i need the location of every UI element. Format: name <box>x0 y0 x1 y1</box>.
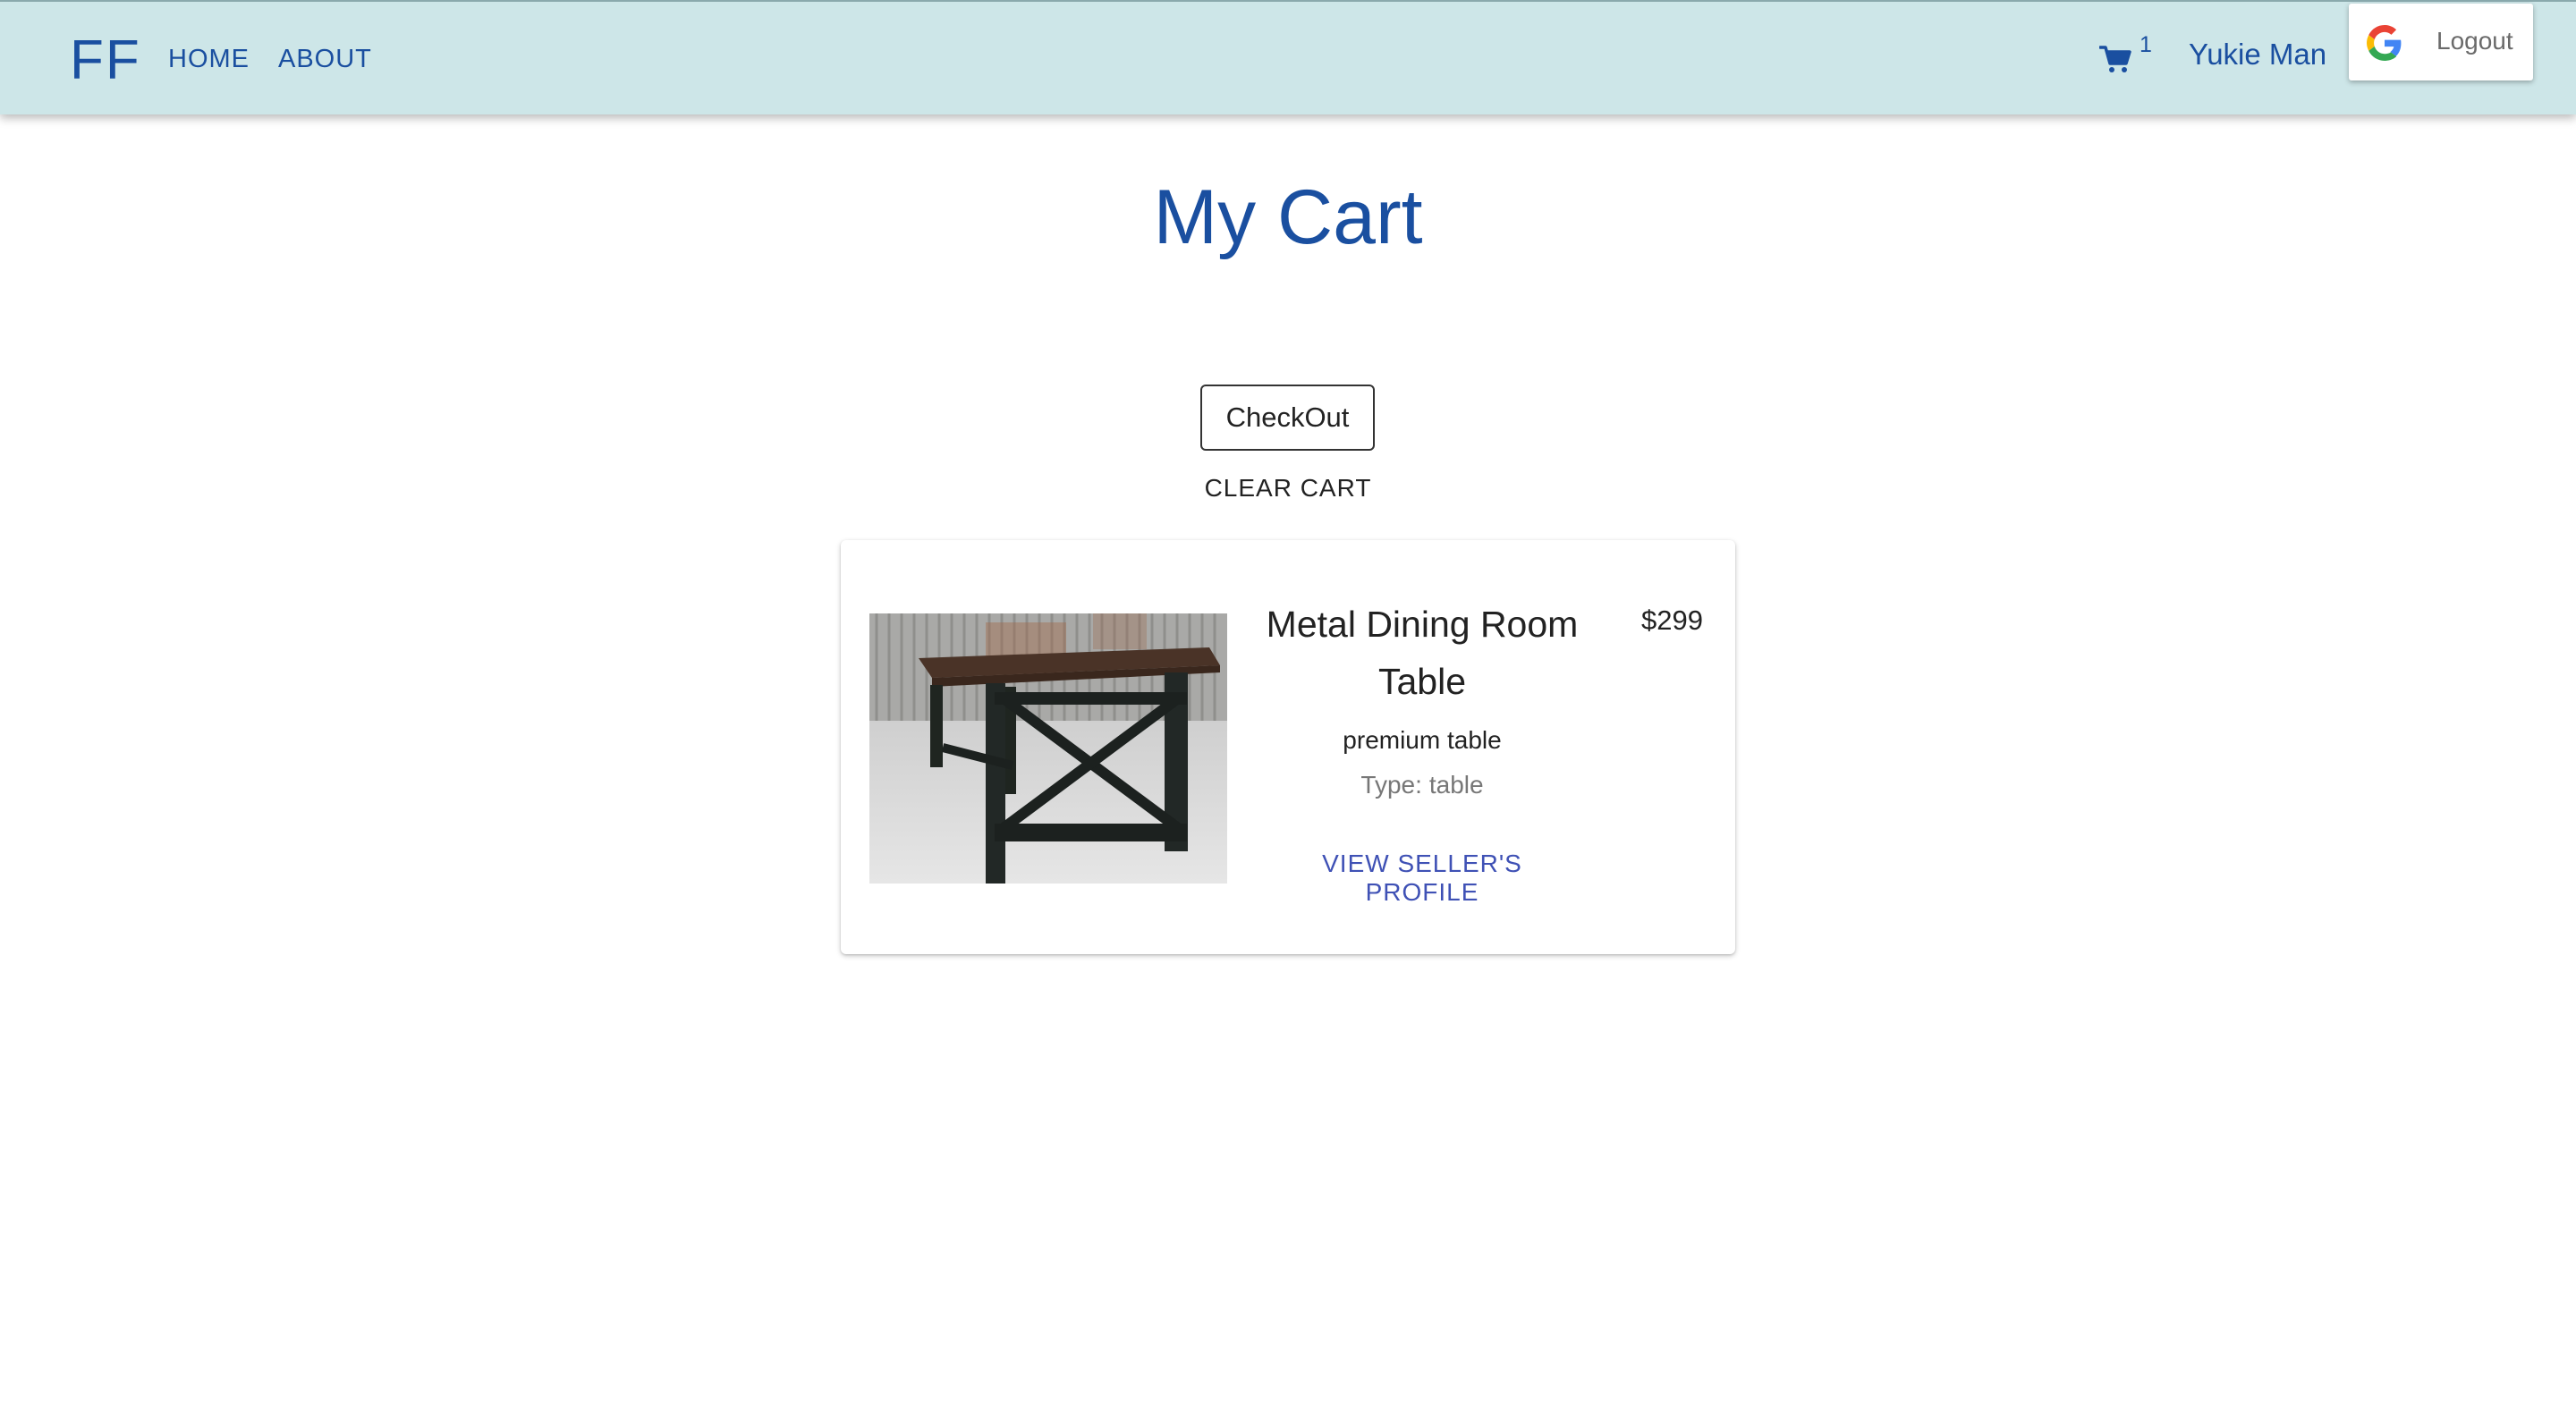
nav-about-link[interactable]: ABOUT <box>278 45 372 74</box>
top-navbar: FF HOME ABOUT 1 Yukie Man Logout <box>0 0 2576 114</box>
app-logo[interactable]: FF <box>70 29 141 92</box>
product-type: Type: table <box>1266 771 1579 799</box>
view-seller-profile-link[interactable]: VIEW SELLER'S PROFILE <box>1266 850 1579 907</box>
product-description: premium table <box>1343 726 1502 754</box>
page-title: My Cart <box>1153 174 1423 260</box>
product-image <box>869 613 1227 884</box>
shopping-cart-icon[interactable] <box>2099 45 2131 73</box>
logout-button[interactable]: Logout <box>2349 4 2533 80</box>
product-name: Metal Dining Room Table <box>1266 604 1579 702</box>
checkout-button[interactable]: CheckOut <box>1200 385 1375 451</box>
nav-home-link[interactable]: HOME <box>168 45 250 74</box>
clear-cart-button[interactable]: CLEAR CART <box>1154 474 1422 503</box>
product-type-value: table <box>1428 771 1484 799</box>
logout-label: Logout <box>2436 27 2513 55</box>
cart-count-badge: 1 <box>2140 32 2152 57</box>
cart-item-card: Metal Dining Room Table $299 premium tab… <box>841 540 1735 954</box>
product-type-label: Type: <box>1360 771 1422 799</box>
google-icon <box>2367 25 2402 61</box>
product-price: $299 <box>1641 605 1703 636</box>
user-name: Yukie Man <box>2189 38 2327 71</box>
